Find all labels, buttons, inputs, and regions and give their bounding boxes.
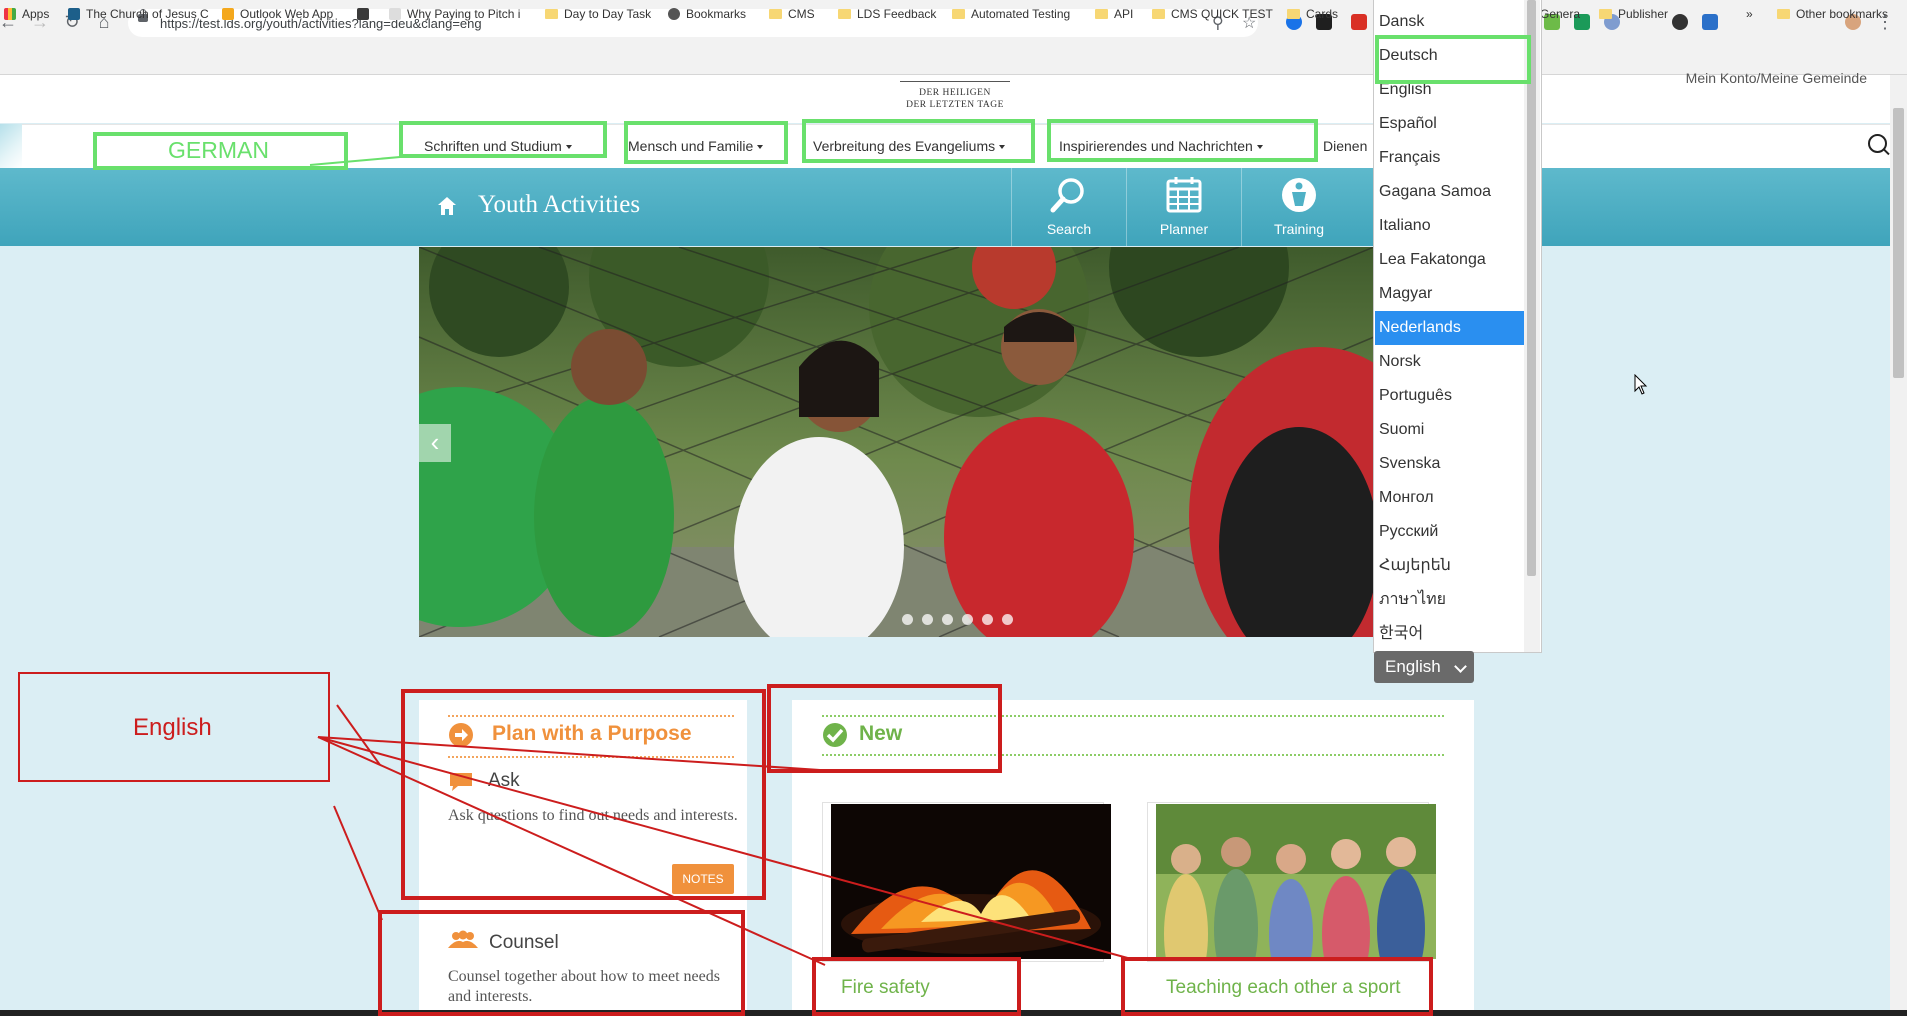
highlight-box [767,684,1002,773]
german-annotation-label: GERMAN [168,137,269,163]
highlight-box [812,957,1021,1016]
english-annotation-label: English [133,714,212,741]
highlight-box [378,910,745,1016]
highlight-box [1375,35,1531,84]
highlight-box [399,121,607,158]
highlight-box [802,119,1035,163]
highlight-box [624,121,788,164]
highlight-box [401,689,766,900]
highlight-box [1047,119,1318,162]
highlight-box [1121,957,1433,1016]
